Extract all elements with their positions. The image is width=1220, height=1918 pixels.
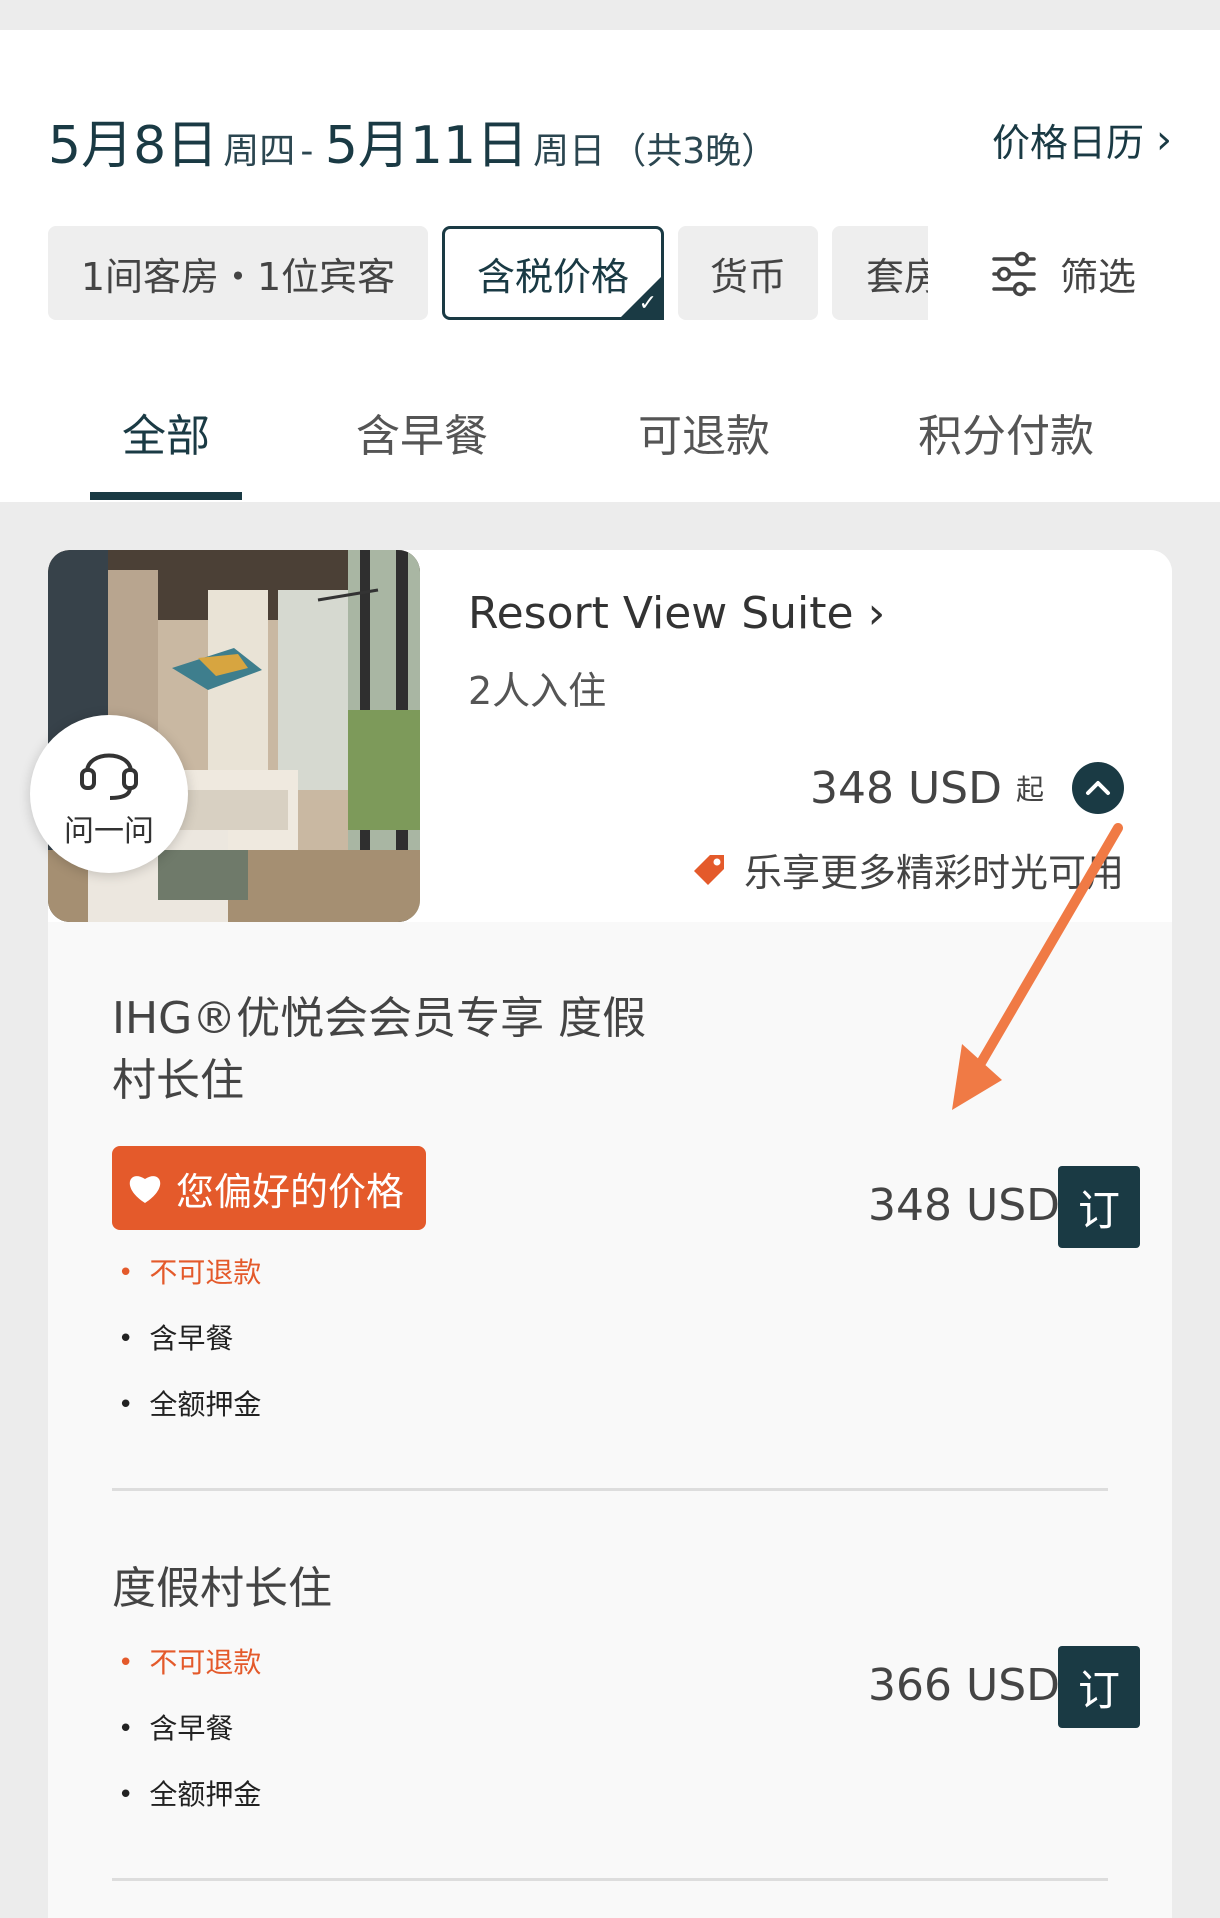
price-calendar-label: 价格日历 bbox=[991, 121, 1144, 165]
promo-text: 乐享更多精彩时光可用 bbox=[743, 851, 1124, 895]
chevron-up-icon bbox=[1086, 781, 1110, 795]
rate-1-title-line1: IHG®优悦会会员专享 度假 bbox=[112, 993, 647, 1044]
tag-icon bbox=[693, 854, 724, 885]
divider bbox=[112, 1878, 1108, 1881]
promo-offer: 乐享更多精彩时光可用 bbox=[690, 842, 1124, 897]
list-item: • 全额押金 bbox=[118, 1372, 261, 1438]
tab-breakfast[interactable]: 含早餐 bbox=[356, 400, 488, 464]
rooms-guests-chip[interactable]: 1间客房・1位宾客 bbox=[48, 226, 428, 320]
preferred-price-label: 您偏好的价格 bbox=[176, 1169, 405, 1214]
status-strip bbox=[0, 0, 1220, 30]
room-card-header[interactable]: Resort View Suite › 2人入住 348 USD 起 乐享更多精… bbox=[48, 550, 1172, 922]
date-separator: - bbox=[300, 131, 325, 172]
chevron-right-icon: › bbox=[867, 588, 886, 639]
ask-label: 问一问 bbox=[64, 814, 154, 849]
tab-points[interactable]: 积分付款 bbox=[918, 400, 1094, 464]
tab-all[interactable]: 全部 bbox=[122, 400, 210, 464]
feature-text: 含早餐 bbox=[149, 1322, 234, 1355]
rate-2-price: 366 USD bbox=[868, 1660, 1060, 1711]
active-tab-indicator bbox=[90, 492, 242, 500]
price-calendar-link[interactable]: 价格日历 › bbox=[992, 112, 1172, 167]
package-chip[interactable]: 套房 bbox=[832, 226, 928, 320]
room-occupancy: 2人入住 bbox=[468, 669, 607, 713]
heart-icon bbox=[129, 1176, 161, 1203]
collapse-button[interactable] bbox=[1072, 762, 1124, 814]
currency-chip[interactable]: 货币 bbox=[678, 226, 818, 320]
checkin-weekday: 周四 bbox=[223, 131, 296, 172]
rate-1-title-line2: 村长住 bbox=[112, 1055, 244, 1106]
checkin-date: 5月8日 bbox=[48, 116, 219, 176]
room-name[interactable]: Resort View Suite › bbox=[468, 588, 885, 639]
tax-price-label: 含税价格 bbox=[476, 254, 629, 299]
filter-label: 筛选 bbox=[1060, 255, 1137, 299]
preferred-price-badge: 您偏好的价格 bbox=[112, 1146, 426, 1230]
list-item: • 全额押金 bbox=[118, 1762, 261, 1828]
from-price: 348 USD 起 bbox=[810, 762, 1124, 814]
nights-count: （共3晚） bbox=[610, 131, 778, 172]
feature-text: 全额押金 bbox=[149, 1778, 262, 1811]
filter-chips: 1间客房・1位宾客 含税价格 ✓ 货币 套房 bbox=[48, 226, 928, 320]
ask-assistant-button[interactable]: 问一问 bbox=[30, 715, 188, 873]
rate-tabs: 全部 含早餐 可退款 积分付款 bbox=[0, 400, 1220, 502]
date-range[interactable]: 5月8日 周四 - 5月11日 周日 （共3晚） bbox=[48, 103, 777, 178]
book-button[interactable]: 订 bbox=[1058, 1646, 1140, 1728]
feature-text: 含早餐 bbox=[149, 1712, 234, 1745]
rate-1-price: 348 USD bbox=[868, 1180, 1060, 1231]
sliders-icon bbox=[992, 251, 1036, 296]
room-name-text: Resort View Suite bbox=[468, 588, 854, 639]
from-price-suffix: 起 bbox=[1015, 773, 1044, 806]
checkmark-icon: ✓ bbox=[638, 291, 657, 316]
feature-text: 不可退款 bbox=[149, 1256, 262, 1289]
list-item: • 含早餐 bbox=[118, 1696, 261, 1762]
feature-text: 全额押金 bbox=[149, 1388, 262, 1421]
rate-1-title: IHG®优悦会会员专享 度假 村长住 bbox=[112, 988, 646, 1112]
rate-2-title: 度假村长住 bbox=[112, 1563, 332, 1614]
list-item: • 含早餐 bbox=[118, 1306, 261, 1372]
list-item: • 不可退款 bbox=[118, 1630, 261, 1696]
tax-price-chip[interactable]: 含税价格 ✓ bbox=[442, 226, 664, 320]
tab-refundable[interactable]: 可退款 bbox=[638, 400, 770, 464]
feature-text: 不可退款 bbox=[149, 1646, 262, 1679]
list-item: • 不可退款 bbox=[118, 1240, 261, 1306]
filter-button[interactable]: 筛选 bbox=[990, 246, 1136, 301]
checkout-weekday: 周日 bbox=[533, 131, 606, 172]
from-price-amount: 348 USD bbox=[810, 762, 1002, 814]
checkout-date: 5月11日 bbox=[324, 116, 529, 176]
rate-2-features: • 不可退款 • 含早餐 • 全额押金 bbox=[118, 1630, 261, 1828]
book-button[interactable]: 订 bbox=[1058, 1166, 1140, 1248]
divider bbox=[112, 1488, 1108, 1491]
headset-icon bbox=[80, 753, 138, 800]
rate-1-features: • 不可退款 • 含早餐 • 全额押金 bbox=[118, 1240, 261, 1438]
chevron-right-icon: › bbox=[1156, 116, 1172, 163]
